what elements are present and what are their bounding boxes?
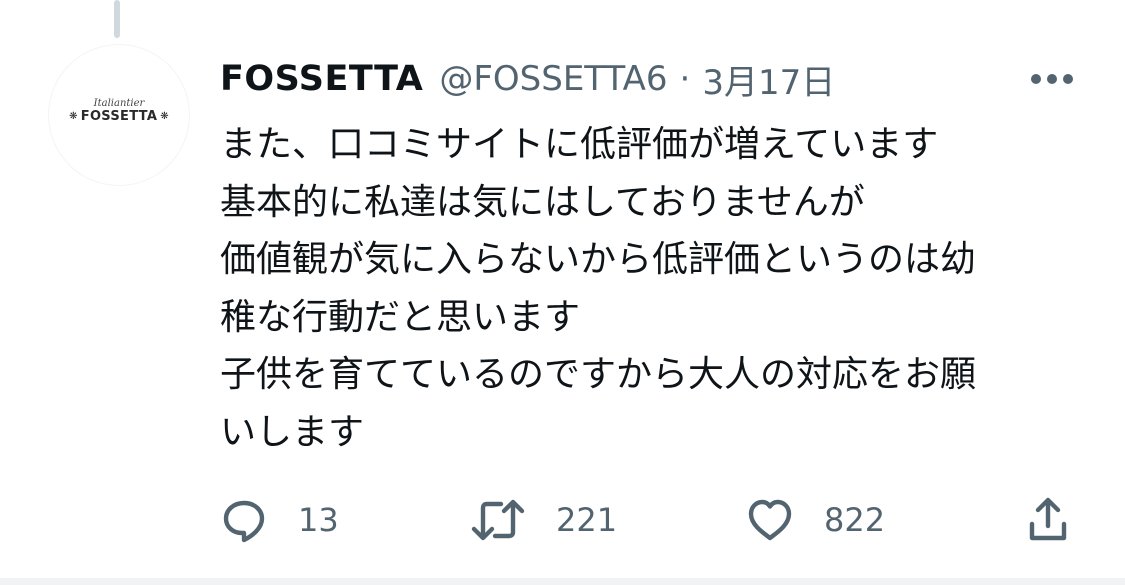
- tweet-date[interactable]: 3月17日: [702, 55, 835, 104]
- header-separator: ·: [679, 59, 691, 99]
- more-options-button[interactable]: [1026, 62, 1078, 96]
- share-icon: [1024, 496, 1072, 544]
- retweet-button[interactable]: 221: [470, 494, 617, 546]
- avatar-logo-script: Italiantier: [93, 98, 145, 109]
- tweet-header: FOSSETTA @FOSSETTA6 · 3月17日: [220, 52, 835, 106]
- logo-star-icon: ❋: [69, 111, 78, 122]
- tweet-text-line: いします: [220, 411, 365, 453]
- thread-connector-line: [114, 0, 120, 38]
- tweet-text-line: 基本的に私達は気にはしておりませんが: [220, 181, 865, 223]
- display-name[interactable]: FOSSETTA: [220, 59, 423, 99]
- tweet-text-line: 子供を育てているのですから大人の対応をお願: [220, 354, 977, 396]
- reply-button[interactable]: 13: [220, 494, 339, 546]
- avatar[interactable]: Italiantier ❋ FOSSETTA ❋: [48, 44, 190, 186]
- logo-star-icon: ❋: [160, 111, 169, 122]
- avatar-logo: ❋ FOSSETTA ❋: [69, 109, 169, 125]
- like-icon: [746, 496, 794, 544]
- tweet-text-line: 稚な行動だと思います: [220, 296, 581, 338]
- retweet-count: 221: [556, 501, 618, 539]
- more-icon: [1030, 73, 1074, 85]
- reply-icon: [220, 496, 268, 544]
- reply-count: 13: [298, 501, 339, 539]
- share-button[interactable]: [1024, 494, 1072, 546]
- retweet-icon: [470, 496, 526, 544]
- tweet-text-line: また、口コミサイトに低評価が増えています: [220, 124, 939, 165]
- tweet-text-line: 価値観が気に入らないから低評価というのは幼: [220, 239, 977, 281]
- tweet-text: また、口コミサイトに低評価が増えています 基本的に私達は気にはしておりませんが …: [220, 116, 1080, 462]
- like-button[interactable]: 822: [746, 494, 885, 546]
- bottom-divider: [0, 578, 1125, 585]
- like-count: 822: [824, 501, 886, 539]
- avatar-logo-text: FOSSETTA: [80, 109, 158, 124]
- user-handle[interactable]: @FOSSETTA6: [439, 59, 667, 99]
